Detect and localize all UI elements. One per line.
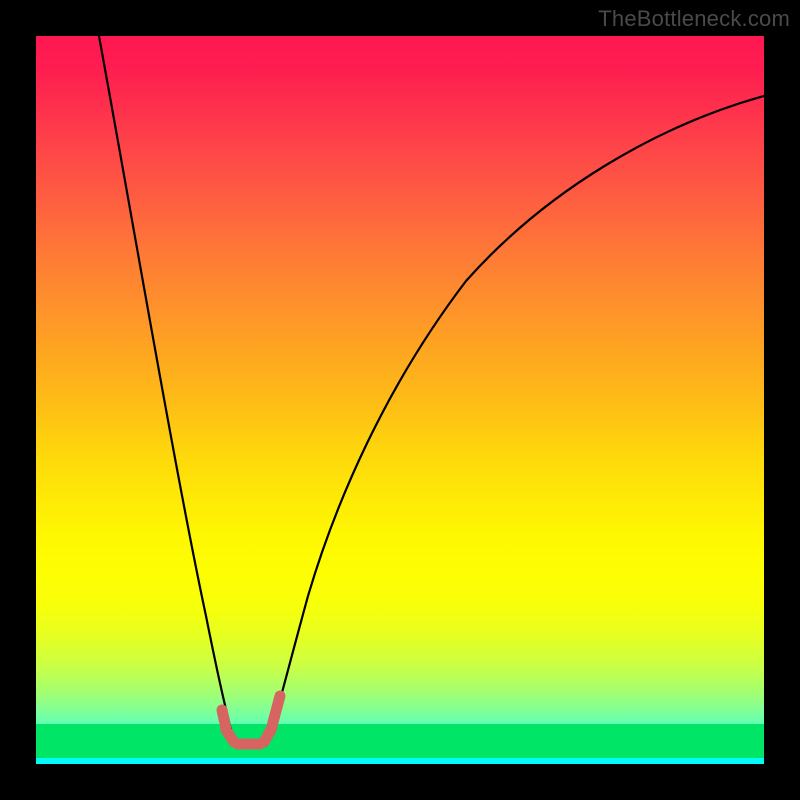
curve-layer — [36, 36, 764, 764]
plot-area — [36, 36, 764, 764]
bottleneck-curve-right — [266, 96, 764, 746]
valley-seg — [272, 696, 280, 726]
valley-seg — [226, 730, 234, 742]
chart-frame: TheBottleneck.com — [0, 0, 800, 800]
watermark-text: TheBottleneck.com — [598, 6, 790, 32]
bottleneck-curve-left — [99, 36, 236, 746]
valley-segments — [222, 696, 280, 744]
